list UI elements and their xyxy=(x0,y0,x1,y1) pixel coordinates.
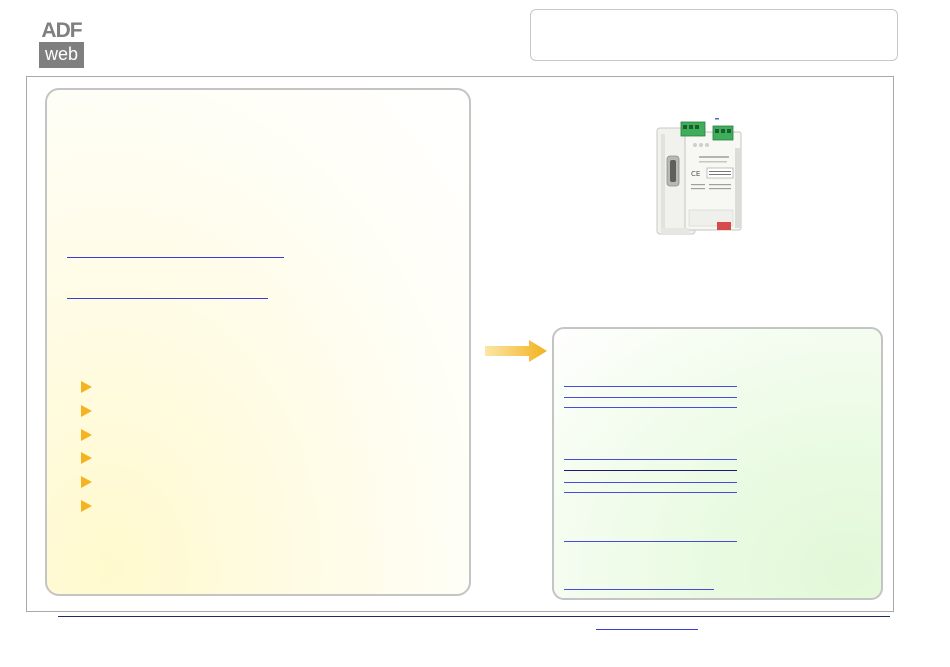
right-link-underline-6[interactable] xyxy=(564,482,737,483)
right-link-underline-4[interactable] xyxy=(564,459,737,460)
bullet-icon xyxy=(81,381,92,393)
header-box xyxy=(530,9,898,61)
right-link-underline-8[interactable] xyxy=(564,541,737,542)
svg-text:CE: CE xyxy=(691,170,700,178)
adfweb-logo: ADF web xyxy=(39,20,84,68)
right-link-underline-2[interactable] xyxy=(564,397,737,398)
right-link-underline-5[interactable] xyxy=(564,470,737,471)
right-link-underline-7[interactable] xyxy=(564,492,737,493)
orange-right-arrow-icon xyxy=(485,340,547,362)
footer-rule xyxy=(58,616,890,617)
right-info-panel xyxy=(552,327,883,600)
right-link-underline-9[interactable] xyxy=(564,589,714,590)
right-link-underline-3[interactable] xyxy=(564,407,737,408)
bullet-icon xyxy=(81,500,92,512)
bullet-icon xyxy=(81,476,92,488)
link-underline-1[interactable] xyxy=(67,257,284,258)
right-link-underline-1[interactable] xyxy=(564,386,737,387)
logo-web-text: web xyxy=(44,44,79,64)
din-rail-device-image: CE xyxy=(656,118,742,235)
left-info-panel xyxy=(45,88,471,596)
bullet-icon xyxy=(81,452,92,464)
page: ADF web CE xyxy=(0,0,950,667)
link-underline-2[interactable] xyxy=(67,298,268,299)
bullet-icon xyxy=(81,429,92,441)
logo-adf-text: ADF xyxy=(39,20,84,42)
bullet-icon xyxy=(81,405,92,417)
footer-link-underline[interactable] xyxy=(596,629,698,630)
